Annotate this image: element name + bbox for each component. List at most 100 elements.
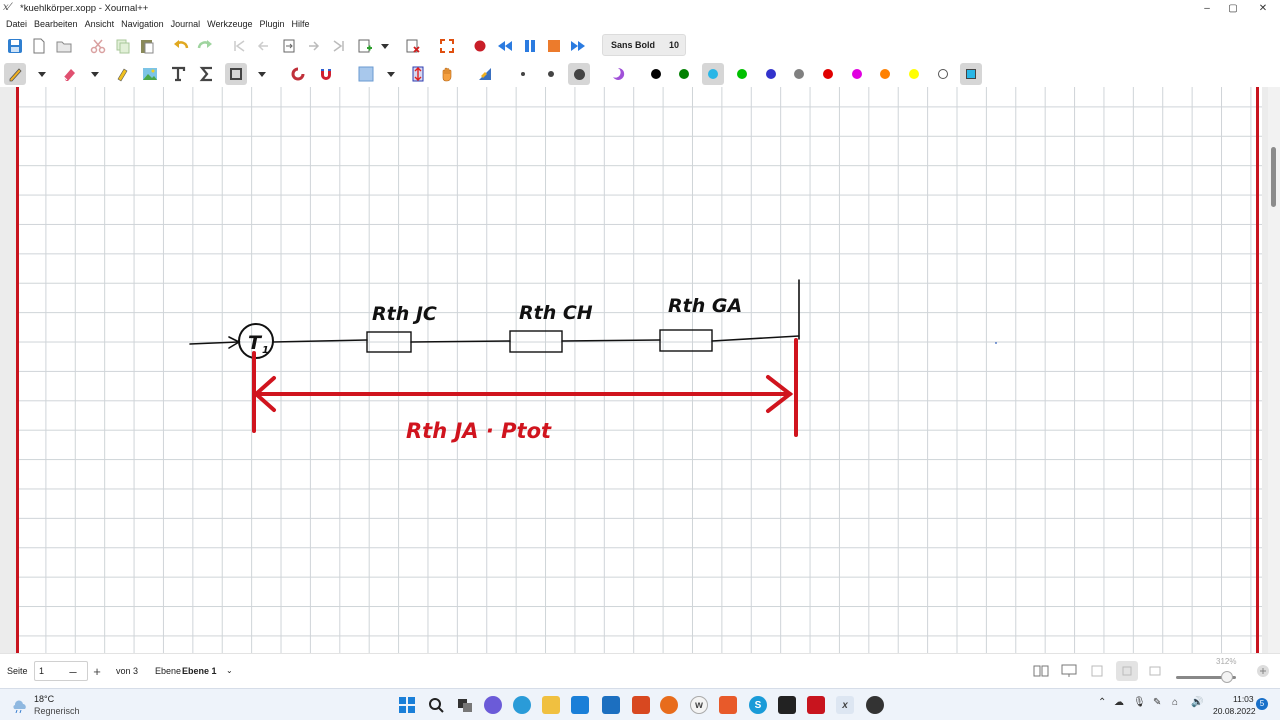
zoom-width-icon[interactable]: [1144, 661, 1166, 681]
undo-icon[interactable]: [170, 35, 192, 57]
zoom-fit-icon[interactable]: [1086, 661, 1108, 681]
thick-size-icon[interactable]: [568, 63, 590, 85]
menu-werkzeuge[interactable]: Werkzeuge: [207, 19, 252, 29]
color-white-icon[interactable]: [932, 63, 954, 85]
menu-ansicht[interactable]: Ansicht: [85, 19, 115, 29]
setsquare-icon[interactable]: [474, 63, 496, 85]
medium-size-icon[interactable]: [540, 63, 562, 85]
zoom-slider-handle[interactable]: [1221, 671, 1233, 683]
onedrive-icon[interactable]: ☁: [1114, 697, 1124, 708]
color-gray-icon[interactable]: [788, 63, 810, 85]
magnet-icon[interactable]: [315, 63, 337, 85]
maximize-button[interactable]: ▢: [1216, 0, 1250, 16]
cut-icon[interactable]: [87, 35, 109, 57]
wordweb-icon[interactable]: w: [690, 696, 708, 714]
clock-time[interactable]: 11:03: [1233, 694, 1254, 704]
previous-page-icon[interactable]: [253, 35, 275, 57]
network-icon[interactable]: ⌂: [1172, 697, 1178, 708]
zoom-in-icon[interactable]: [1252, 661, 1274, 681]
layer-selector[interactable]: Ebene 1: [182, 666, 217, 676]
stop-icon[interactable]: [543, 35, 565, 57]
menu-datei[interactable]: Datei: [6, 19, 27, 29]
eraser-icon[interactable]: [58, 63, 80, 85]
close-button[interactable]: ✕: [1246, 0, 1280, 16]
delete-page-icon[interactable]: [402, 35, 424, 57]
color-green-icon[interactable]: [673, 63, 695, 85]
current-color-icon[interactable]: [960, 63, 982, 85]
tray-overflow-icon[interactable]: ⌃: [1098, 697, 1106, 708]
presentation-mode-icon[interactable]: [1058, 661, 1080, 681]
color-yellow-icon[interactable]: [903, 63, 925, 85]
brave-icon[interactable]: [719, 696, 737, 714]
redo-icon[interactable]: [194, 35, 216, 57]
pen-icon[interactable]: [4, 63, 26, 85]
weather-rain-icon[interactable]: [12, 697, 28, 714]
color-orange-icon[interactable]: [874, 63, 896, 85]
eraser-dropdown[interactable]: [90, 63, 100, 85]
color-magenta-icon[interactable]: [846, 63, 868, 85]
microsoft-store-icon[interactable]: [571, 696, 589, 714]
acrobat-icon[interactable]: [807, 696, 825, 714]
goto-page-icon[interactable]: [278, 35, 300, 57]
two-page-view-icon[interactable]: [1030, 661, 1052, 681]
first-page-icon[interactable]: [228, 35, 250, 57]
color-lightblue-icon[interactable]: [702, 63, 724, 85]
last-page-icon[interactable]: [328, 35, 350, 57]
color-black-icon[interactable]: [645, 63, 667, 85]
custom-color-icon[interactable]: [607, 63, 629, 85]
search-icon[interactable]: [427, 696, 445, 714]
image-icon[interactable]: [139, 63, 161, 85]
rectangle-tool-icon[interactable]: [225, 63, 247, 85]
clock-date[interactable]: 20.08.2022: [1213, 706, 1256, 716]
firefox-icon[interactable]: [660, 696, 678, 714]
menu-journal[interactable]: Journal: [171, 19, 201, 29]
volume-icon[interactable]: 🔊: [1191, 697, 1203, 708]
color-red-icon[interactable]: [817, 63, 839, 85]
color-blue-icon[interactable]: [760, 63, 782, 85]
record-icon[interactable]: [469, 35, 491, 57]
menu-plugin[interactable]: Plugin: [260, 19, 285, 29]
open-folder-icon[interactable]: [53, 35, 75, 57]
save-icon[interactable]: [4, 35, 26, 57]
fill-color-icon[interactable]: [355, 63, 377, 85]
menu-navigation[interactable]: Navigation: [121, 19, 164, 29]
drawing-canvas[interactable]: T 1 Rth JC Rth CH Rth GA Rth JA · Ptot: [0, 87, 1280, 653]
vertical-space-icon[interactable]: [407, 63, 429, 85]
windows-start-icon[interactable]: [398, 696, 416, 714]
terminal-icon[interactable]: [778, 696, 796, 714]
shape-dropdown[interactable]: [257, 63, 267, 85]
highlighter-icon[interactable]: [111, 63, 133, 85]
pen-dropdown[interactable]: [37, 63, 47, 85]
mail-icon[interactable]: [602, 696, 620, 714]
copy-icon[interactable]: [112, 35, 134, 57]
rewind-icon[interactable]: [494, 35, 516, 57]
obs-icon[interactable]: [866, 696, 884, 714]
office-icon[interactable]: [632, 696, 650, 714]
insert-page-dropdown[interactable]: [380, 35, 390, 57]
edge-browser-icon[interactable]: [513, 696, 531, 714]
fast-forward-icon[interactable]: [567, 35, 589, 57]
scrollbar-thumb[interactable]: [1271, 147, 1276, 207]
page-increment-button[interactable]: +: [86, 661, 108, 681]
skype-icon[interactable]: S: [749, 696, 767, 714]
ruler-snap-icon[interactable]: [287, 63, 309, 85]
latex-sigma-icon[interactable]: [196, 63, 218, 85]
fill-dropdown[interactable]: [386, 63, 396, 85]
page-decrement-button[interactable]: –: [62, 661, 84, 681]
teams-chat-icon[interactable]: [484, 696, 502, 714]
menu-bearbeiten[interactable]: Bearbeiten: [34, 19, 78, 29]
paste-icon[interactable]: [136, 35, 158, 57]
next-page-icon[interactable]: [303, 35, 325, 57]
insert-page-icon[interactable]: [354, 35, 376, 57]
xournal-taskbar-icon[interactable]: x: [836, 696, 854, 714]
font-selector[interactable]: Sans Bold 10: [602, 34, 686, 56]
zoom-page-icon[interactable]: [1116, 661, 1138, 681]
thin-size-icon[interactable]: [512, 63, 534, 85]
new-document-icon[interactable]: [28, 35, 50, 57]
pen-tray-icon[interactable]: ✎: [1153, 697, 1161, 708]
task-view-icon[interactable]: [456, 696, 474, 714]
microphone-icon[interactable]: 🎙: [1133, 697, 1146, 708]
fullscreen-icon[interactable]: [436, 35, 458, 57]
layer-dropdown-icon[interactable]: ⌄: [226, 666, 233, 675]
menu-hilfe[interactable]: Hilfe: [292, 19, 310, 29]
